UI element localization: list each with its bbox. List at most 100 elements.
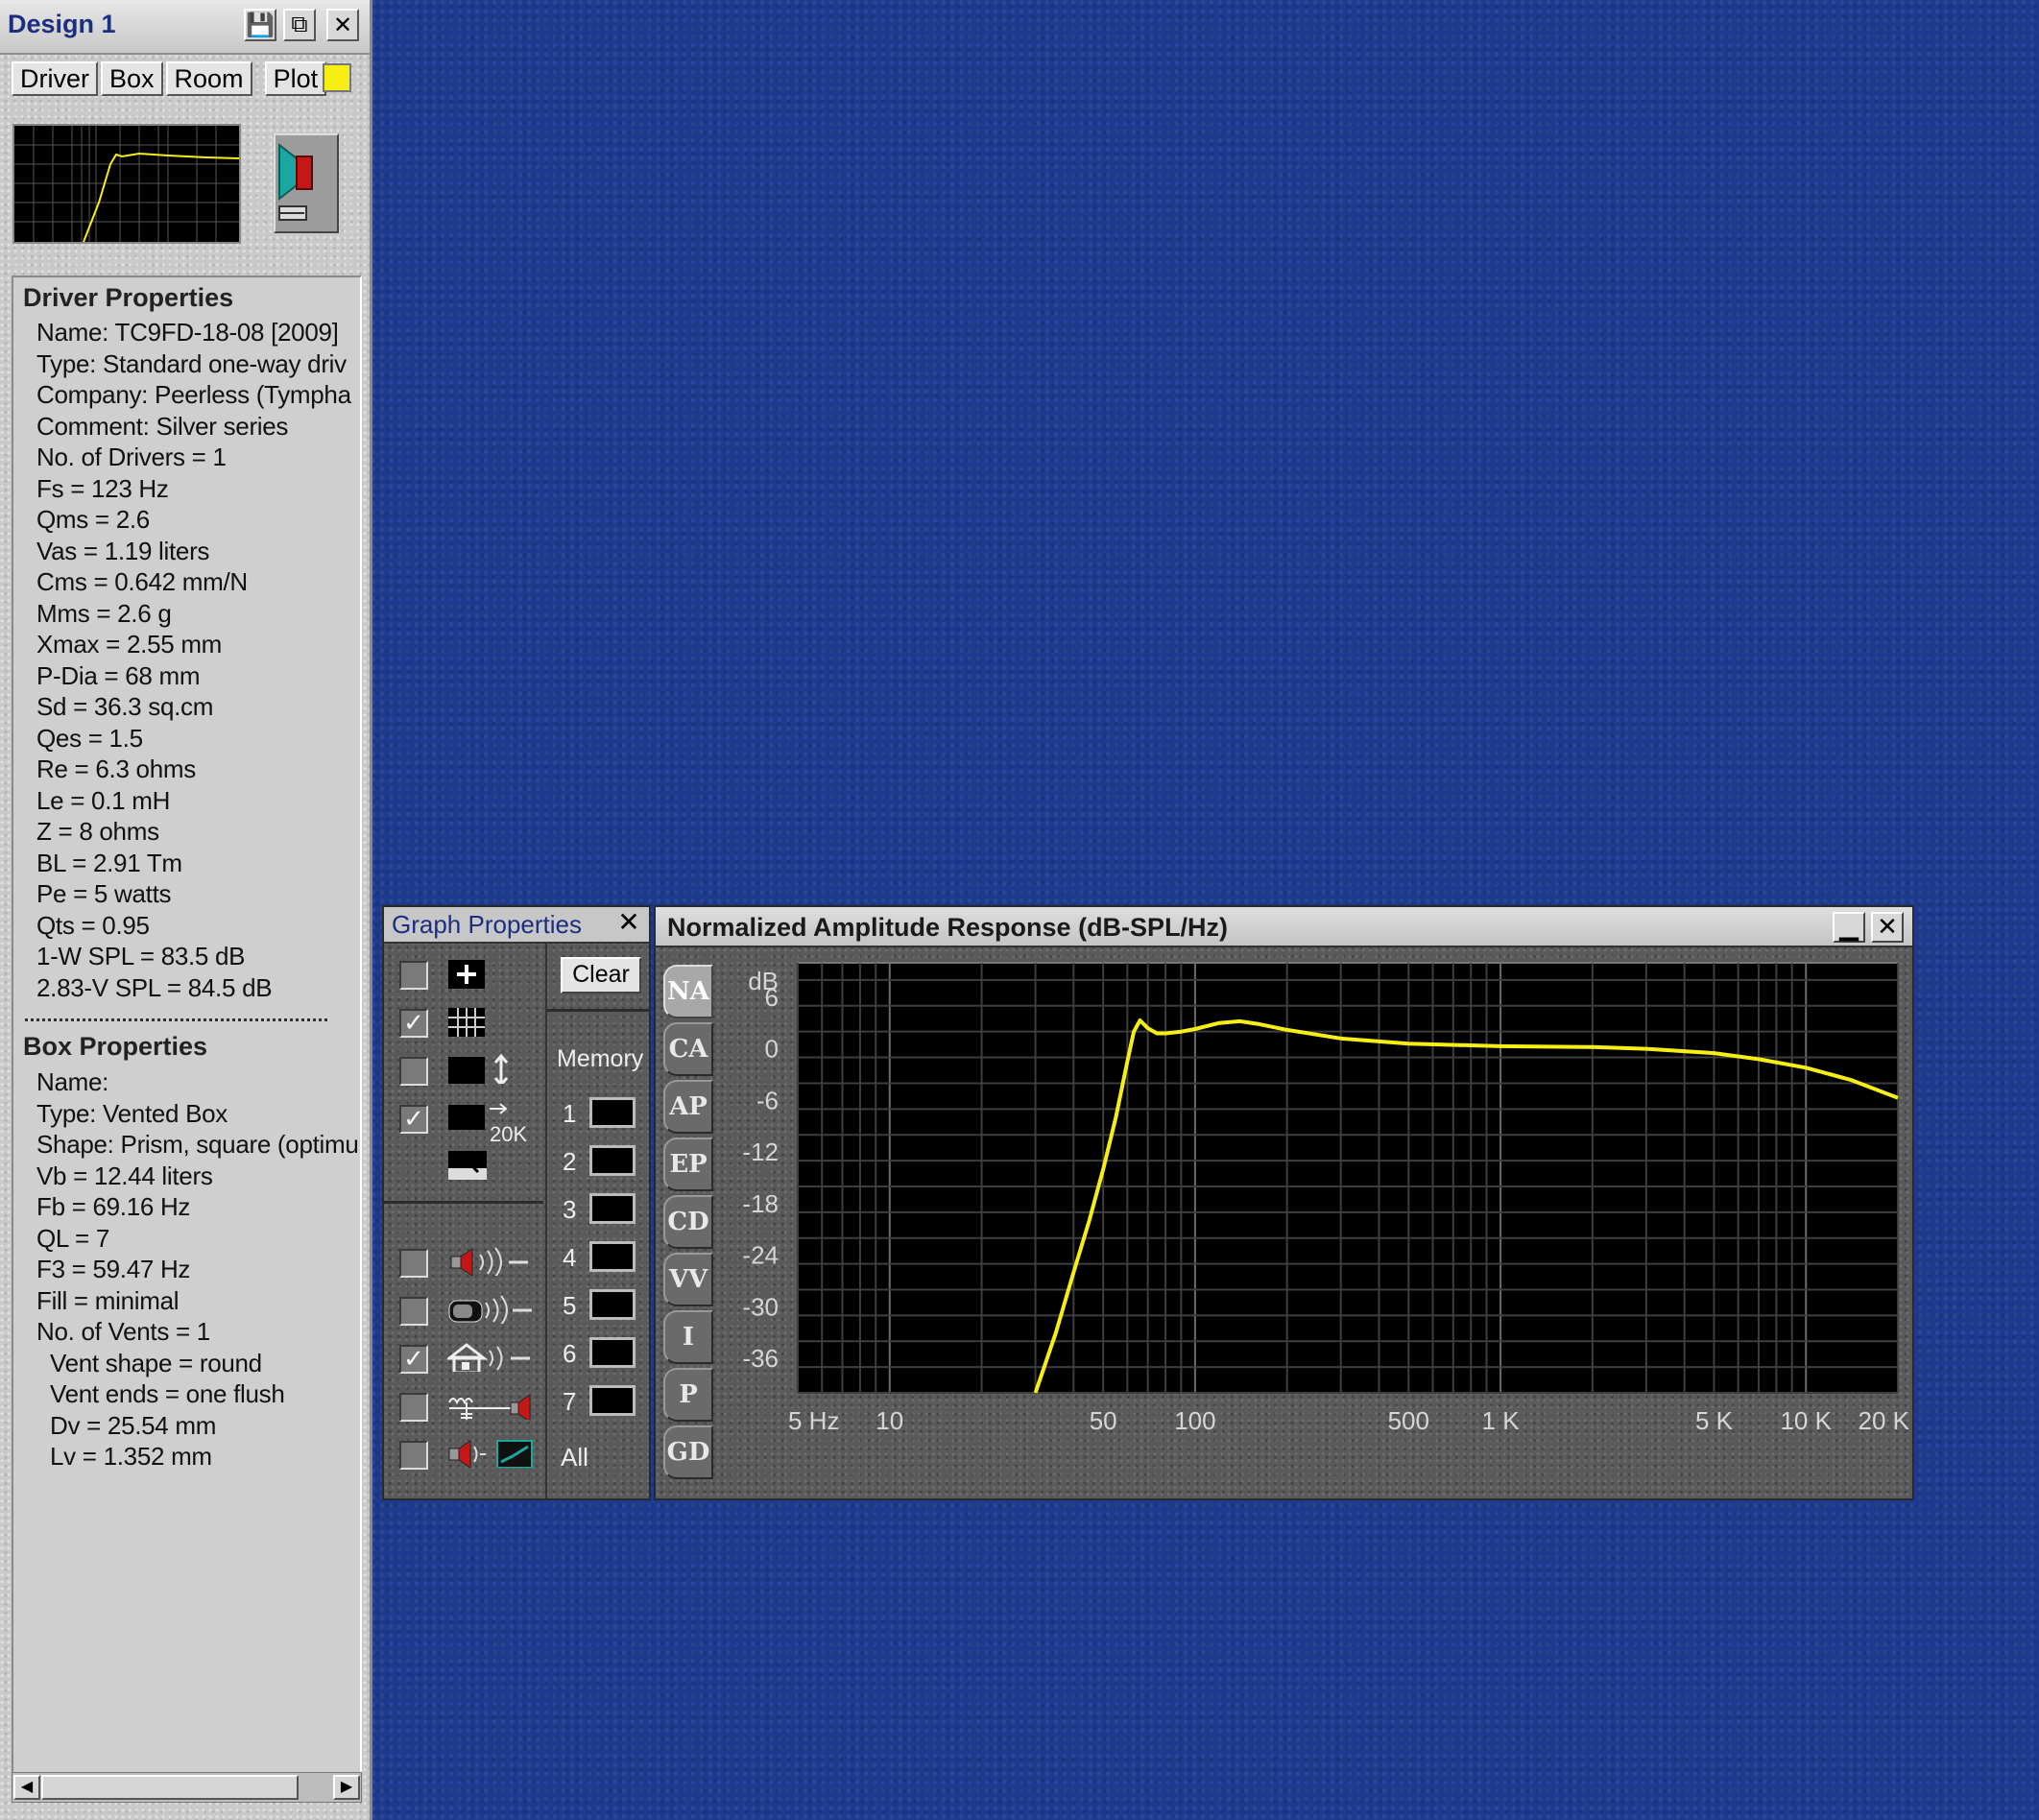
thumbnail-plot xyxy=(14,126,240,243)
response-thumbnail[interactable] xyxy=(12,124,241,244)
graph-properties-close-button[interactable]: ✕ xyxy=(614,909,643,937)
close-response-button[interactable]: ✕ xyxy=(1871,912,1904,943)
plot-area xyxy=(797,962,1899,1394)
driver-property-line: Xmax = 2.55 mm xyxy=(36,630,223,659)
close-design-button[interactable]: ✕ xyxy=(326,9,359,41)
memory-slot-swatch[interactable] xyxy=(589,1193,636,1224)
driver-property-line: Comment: Silver series xyxy=(36,411,289,441)
y-tick-label: -24 xyxy=(742,1241,779,1270)
driver-property-line: Qms = 2.6 xyxy=(36,505,150,534)
x-tick-label: 20 K xyxy=(1859,1406,1910,1435)
driver-property-line: Cms = 0.642 mm/N xyxy=(36,567,248,596)
x-tick-label: 50 xyxy=(1090,1406,1117,1435)
checkbox-range-20k[interactable]: ✓ xyxy=(399,1105,428,1134)
y-tick-label: 6 xyxy=(765,983,779,1012)
driver-property-line: Type: Standard one-way driv xyxy=(36,348,347,378)
x-tick-label: 5 Hz xyxy=(788,1406,839,1435)
close-icon: ✕ xyxy=(332,12,353,38)
checkbox-driver-filter[interactable] xyxy=(399,1441,428,1470)
design-panel: Design 1 💾 ⧉ ✕ Driver Box Room Plot Driv… xyxy=(0,0,372,1820)
memory-slot-number: 7 xyxy=(563,1387,577,1416)
y-tick-label: -12 xyxy=(742,1138,779,1166)
driver-property-line: Company: Peerless (Tympha xyxy=(36,380,351,409)
y-tick-label: -6 xyxy=(756,1086,779,1114)
export-plot-icon[interactable] xyxy=(447,1149,490,1180)
x-tick-label: 5 K xyxy=(1695,1406,1734,1435)
response-title-bar: Normalized Amplitude Response (dB-SPL/Hz… xyxy=(656,907,1912,947)
checkbox-grid[interactable]: ✓ xyxy=(399,1009,428,1038)
tab-plot[interactable]: Plot xyxy=(264,61,327,96)
y-tick-label: 0 xyxy=(765,1035,779,1064)
driver-property-line: Pe = 5 watts xyxy=(36,879,172,908)
save-button[interactable]: 💾 xyxy=(244,9,276,41)
scroll-thumb[interactable] xyxy=(41,1775,299,1800)
scroll-right-button[interactable]: ▶ xyxy=(333,1775,360,1800)
box-property-line: Fill = minimal xyxy=(36,1285,180,1315)
properties-horizontal-scrollbar[interactable]: ◀ ▶ xyxy=(12,1772,362,1803)
add-curve-icon xyxy=(448,960,485,989)
memory-slot-number: 2 xyxy=(563,1147,577,1176)
box-property-line: Shape: Prism, square (optimu xyxy=(36,1130,359,1159)
driver-properties-heading: Driver Properties xyxy=(23,283,234,312)
tab-room[interactable]: Room xyxy=(165,61,252,96)
duplicate-button[interactable]: ⧉ xyxy=(283,9,316,41)
driver-filter-icon xyxy=(448,1440,533,1468)
graph-options-divider xyxy=(384,1201,543,1204)
driver-property-line: 2.83-V SPL = 84.5 dB xyxy=(36,972,273,1002)
minimize-button[interactable]: ▁ xyxy=(1833,912,1865,943)
x-tick-label: 500 xyxy=(1388,1406,1429,1435)
driver-property-line: Fs = 123 Hz xyxy=(36,473,169,503)
scroll-left-button[interactable]: ◀ xyxy=(13,1775,40,1800)
vertical-scale-icon xyxy=(448,1053,509,1084)
memory-slot-swatch[interactable] xyxy=(589,1241,636,1272)
box-property-line: QL = 7 xyxy=(36,1223,110,1253)
box-property-line: Vent shape = round xyxy=(50,1348,262,1377)
tab-driver[interactable]: Driver xyxy=(12,61,98,96)
box-property-line: Vent ends = one flush xyxy=(50,1379,285,1408)
driver-property-line: Mms = 2.6 g xyxy=(36,598,172,628)
tab-box[interactable]: Box xyxy=(101,61,163,96)
checkbox-add-curve[interactable] xyxy=(399,961,428,990)
plot-color-swatch[interactable] xyxy=(323,63,351,92)
graph-properties-title: Graph Properties xyxy=(392,910,582,939)
driver-property-line: Qts = 0.95 xyxy=(36,910,150,940)
memory-slot-swatch[interactable] xyxy=(589,1145,636,1176)
memory-slot-number: 4 xyxy=(563,1243,577,1272)
design-title: Design 1 xyxy=(8,10,116,38)
memory-slot-number: 6 xyxy=(563,1339,577,1368)
driver-property-line: Vas = 1.19 liters xyxy=(36,536,210,565)
x-tick-label: 1 K xyxy=(1482,1406,1521,1435)
checkbox-room-output[interactable]: ✓ xyxy=(399,1345,428,1374)
clear-button[interactable]: Clear xyxy=(561,957,641,994)
box-property-line: F3 = 59.47 Hz xyxy=(36,1255,191,1283)
grid-icon xyxy=(448,1008,485,1037)
memory-slot-swatch[interactable] xyxy=(589,1337,636,1368)
memory-divider xyxy=(547,1009,651,1012)
driver-property-line: Qes = 1.5 xyxy=(36,723,143,753)
memory-slot-swatch[interactable] xyxy=(589,1097,636,1128)
checkbox-filter-output[interactable] xyxy=(399,1393,428,1422)
memory-slot-number: 5 xyxy=(563,1291,577,1320)
memory-slot-number: 3 xyxy=(563,1195,577,1224)
memory-all-button[interactable]: All xyxy=(561,1443,588,1473)
close-icon: ✕ xyxy=(1877,912,1898,941)
driver-property-line: No. of Drivers = 1 xyxy=(36,443,227,471)
x-tick-label: 10 K xyxy=(1780,1406,1832,1435)
checkbox-vertical-scale[interactable] xyxy=(399,1057,428,1086)
memory-slot-swatch[interactable] xyxy=(589,1385,636,1416)
response-title: Normalized Amplitude Response (dB-SPL/Hz… xyxy=(667,913,1229,942)
box-property-line: No. of Vents = 1 xyxy=(36,1317,210,1346)
box-output-icon xyxy=(448,1295,532,1324)
floppy-icon: 💾 xyxy=(246,12,275,38)
graph-properties-window: Graph Properties ✕ ✓ ✓ 20K ✓ Clear Memor… xyxy=(382,905,651,1500)
speaker-box-icon[interactable] xyxy=(274,133,339,233)
memory-column: Clear Memory 1 2 3 4 5 6 7 All xyxy=(545,944,651,1498)
box-property-line: Type: Vented Box xyxy=(36,1098,228,1128)
driver-property-line: Sd = 36.3 sq.cm xyxy=(36,692,214,721)
checkbox-box-output[interactable] xyxy=(399,1297,428,1326)
memory-slot-swatch[interactable] xyxy=(589,1289,636,1320)
box-property-line: Name: xyxy=(36,1067,109,1096)
checkbox-driver-output[interactable] xyxy=(399,1249,428,1278)
filter-output-icon xyxy=(448,1394,531,1420)
driver-property-line: Re = 6.3 ohms xyxy=(36,754,196,783)
